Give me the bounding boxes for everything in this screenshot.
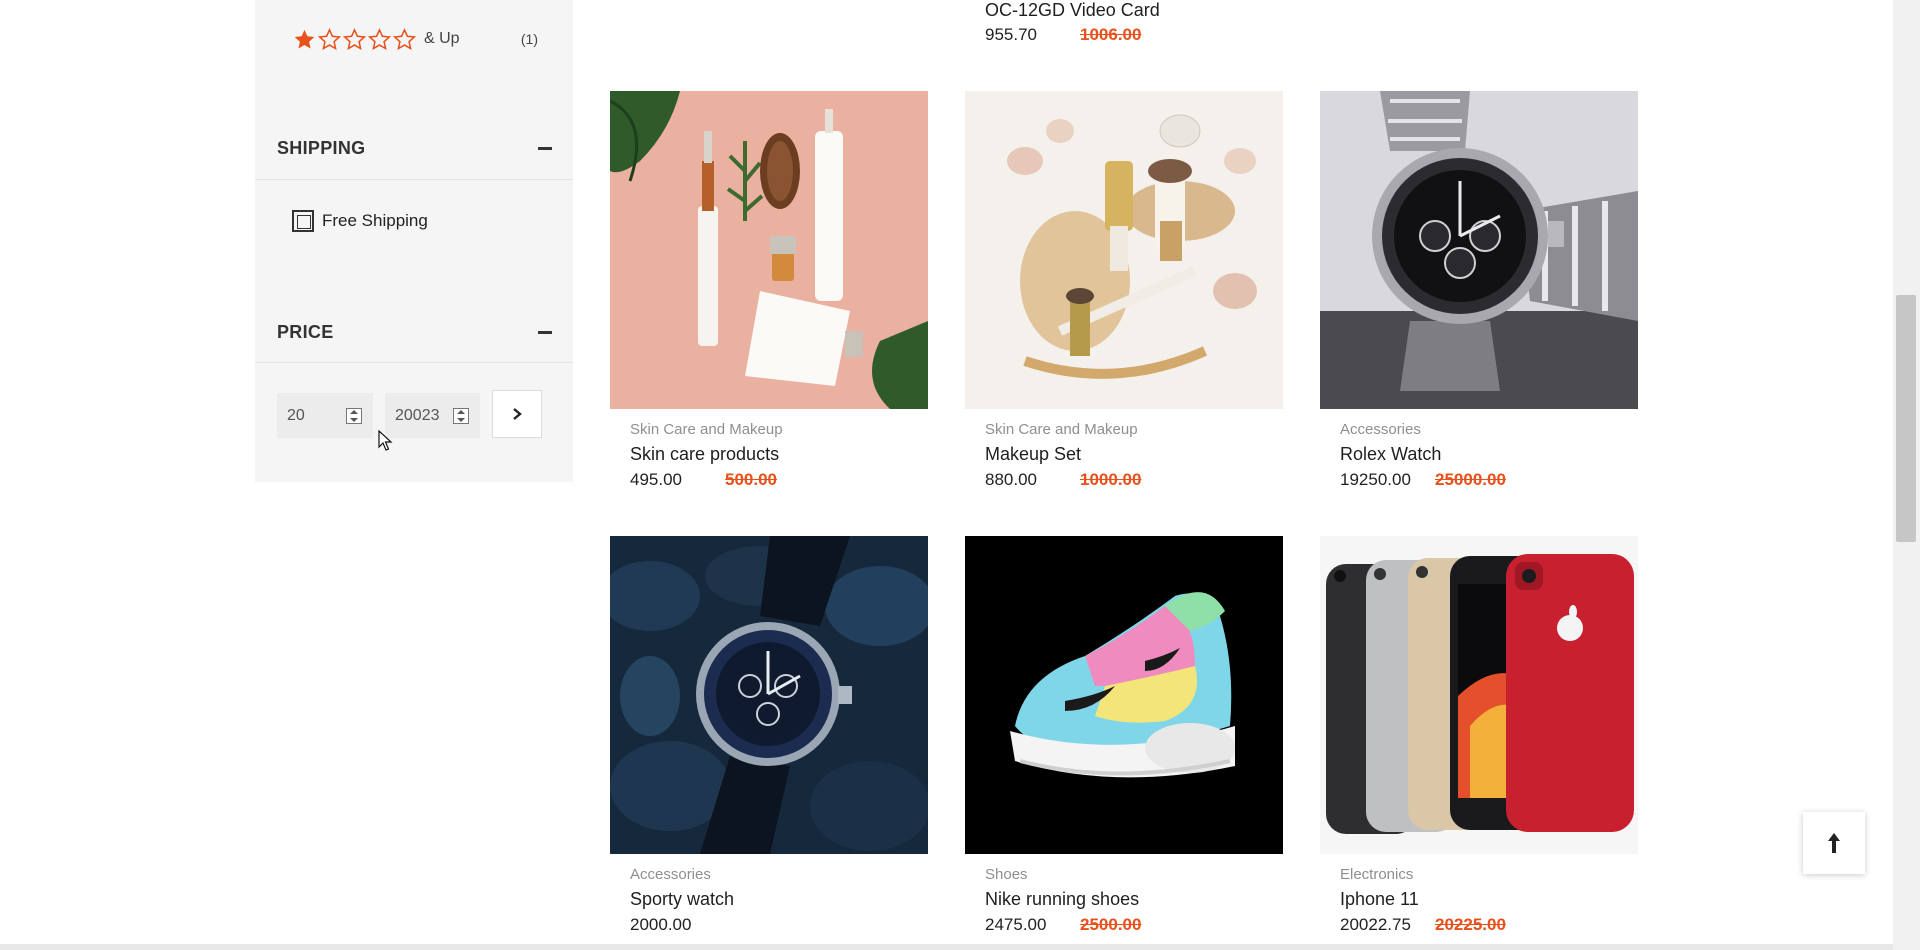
product-card[interactable]: Shoes Nike running shoes 2475.00 2500.00	[965, 536, 1283, 935]
star-empty-icon	[393, 27, 416, 50]
sporty-watch-image	[610, 536, 928, 854]
chevron-right-icon	[513, 408, 522, 420]
price-current: 495.00	[630, 470, 682, 489]
price-current: 19250.00	[1340, 470, 1411, 489]
product-card[interactable]: Accessories Rolex Watch 19250.00 25000.0…	[1320, 91, 1638, 490]
product-name[interactable]: OC-12GD Video Card	[985, 0, 1160, 21]
price-current: 955.70	[985, 25, 1037, 44]
product-name[interactable]: Skin care products	[610, 444, 928, 465]
product-category: Skin Care and Makeup	[985, 421, 1138, 438]
scrollbar-thumb[interactable]	[1896, 295, 1916, 542]
star-empty-icon	[318, 27, 341, 50]
product-name[interactable]: Iphone 11	[1320, 889, 1638, 910]
price-row: 20022.75 20225.00	[1320, 915, 1638, 935]
arrow-up-icon	[1828, 833, 1840, 853]
checkbox-icon[interactable]	[292, 210, 314, 232]
product-card[interactable]: Skin Care and Makeup Skin care products …	[610, 91, 928, 490]
price-current: 20022.75	[1340, 915, 1411, 934]
rating-count: (1)	[520, 31, 538, 47]
rating-stars	[293, 27, 416, 51]
star-empty-icon	[343, 27, 366, 50]
price-header[interactable]: PRICE	[277, 317, 552, 347]
price-current: 2475.00	[985, 915, 1047, 934]
price-min-value[interactable]: 20	[278, 407, 346, 425]
free-shipping-label: Free Shipping	[322, 211, 428, 230]
product-image[interactable]	[1320, 91, 1638, 409]
makeup-image	[965, 91, 1283, 409]
price-old: 20225.00	[1435, 915, 1506, 934]
product-category: Shoes	[985, 866, 1028, 883]
iphone-image	[1320, 536, 1638, 854]
product-image[interactable]	[965, 91, 1283, 409]
price-title: PRICE	[277, 321, 334, 342]
price-old: 1000.00	[1080, 470, 1142, 489]
price-row: 880.00 1000.00	[965, 470, 1283, 490]
product-category: Electronics	[1340, 866, 1414, 883]
product-name[interactable]: Nike running shoes	[965, 889, 1283, 910]
scroll-top-button[interactable]	[1803, 812, 1865, 874]
product-image[interactable]	[965, 536, 1283, 854]
bottom-strip	[0, 944, 1893, 950]
product-name[interactable]: Makeup Set	[965, 444, 1283, 465]
filter-sidebar: & Up (1) SHIPPING Free Shipping PRICE 20…	[255, 0, 573, 482]
price-current: 880.00	[985, 470, 1037, 489]
rating-filter[interactable]: & Up (1)	[293, 26, 538, 52]
minus-icon[interactable]	[538, 146, 552, 150]
mouse-cursor-icon	[378, 430, 393, 451]
product-category: Accessories	[1340, 421, 1421, 438]
minus-icon[interactable]	[538, 330, 552, 334]
price-old: 1006.00	[1080, 25, 1142, 44]
price-row: 2475.00 2500.00	[965, 915, 1283, 935]
price-row: 2000.00	[610, 915, 928, 935]
product-category: Accessories	[630, 866, 711, 883]
price-row: 19250.00 25000.00	[1320, 470, 1638, 490]
free-shipping-checkbox[interactable]: Free Shipping	[292, 210, 428, 232]
price-old: 500.00	[725, 470, 777, 489]
divider	[255, 179, 573, 180]
star-empty-icon	[368, 27, 391, 50]
product-name[interactable]: Rolex Watch	[1320, 444, 1638, 465]
price-apply-button[interactable]	[492, 390, 542, 438]
product-name[interactable]: Sporty watch	[610, 889, 928, 910]
product-category: Skin Care and Makeup	[630, 421, 783, 438]
nike-shoes-image	[965, 536, 1283, 854]
price-old: 2500.00	[1080, 915, 1142, 934]
price-max-input[interactable]: 20023	[385, 393, 480, 438]
price-row: 495.00 500.00	[610, 470, 928, 490]
stepper-icon[interactable]	[346, 407, 362, 424]
price-row: 955.70 1006.00	[985, 25, 1141, 45]
divider	[255, 362, 573, 363]
product-image[interactable]	[610, 536, 928, 854]
rating-suffix: & Up	[424, 30, 460, 47]
product-card[interactable]: Accessories Sporty watch 2000.00	[610, 536, 928, 935]
price-min-input[interactable]: 20	[277, 393, 373, 438]
price-old: 25000.00	[1435, 470, 1506, 489]
rolex-watch-image	[1320, 91, 1638, 409]
product-card[interactable]: Skin Care and Makeup Makeup Set 880.00 1…	[965, 91, 1283, 490]
skincare-image	[610, 91, 928, 409]
star-filled-icon	[294, 29, 315, 49]
price-current: 2000.00	[630, 915, 692, 934]
shipping-header[interactable]: SHIPPING	[277, 133, 552, 163]
product-image[interactable]	[610, 91, 928, 409]
price-max-value[interactable]: 20023	[386, 407, 453, 425]
product-image[interactable]	[1320, 536, 1638, 854]
stepper-icon[interactable]	[453, 407, 469, 424]
product-card[interactable]: Electronics Iphone 11 20022.75 20225.00	[1320, 536, 1638, 935]
shipping-title: SHIPPING	[277, 137, 366, 158]
